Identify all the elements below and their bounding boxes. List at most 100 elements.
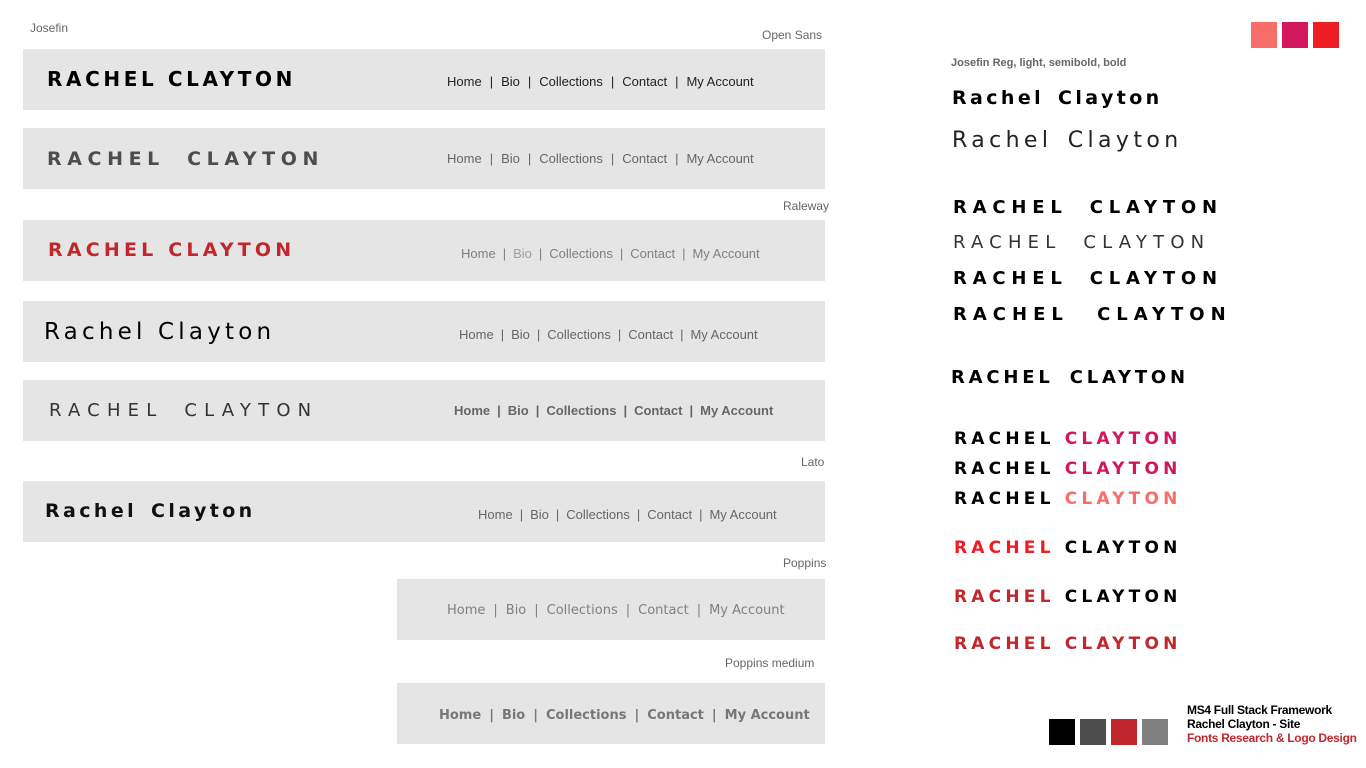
nav-separator: | [533, 708, 538, 723]
nav-separator: | [680, 327, 684, 342]
nav-contact[interactable]: Contact [622, 75, 667, 88]
logo-last-name: CLAYTON [1064, 538, 1182, 558]
footer-title: MS4 Full Stack Framework [1187, 703, 1332, 717]
color-swatch-grey [1142, 719, 1168, 745]
nav-home[interactable]: Home [447, 152, 482, 165]
footer-subtitle: Rachel Clayton - Site [1187, 717, 1301, 731]
logo[interactable]: Rachel Clayton [44, 321, 275, 344]
nav-home[interactable]: Home [454, 404, 490, 417]
logo-two-tone-magenta-2: RACHEL CLAYTON [954, 461, 1182, 478]
logo[interactable]: RACHEL CLAYTON [47, 150, 324, 169]
logo-first-name: RACHEL [954, 429, 1055, 449]
logo-two-tone-brand-red-first: RACHEL CLAYTON [954, 589, 1182, 606]
nav-separator: | [489, 708, 494, 723]
color-swatch-dark-grey [1080, 719, 1106, 745]
nav-my-account[interactable]: My Account [709, 604, 785, 617]
nav-my-account[interactable]: My Account [686, 152, 753, 165]
nav-separator: | [527, 151, 532, 166]
logo[interactable]: RACHEL CLAYTON [47, 69, 296, 89]
nav-separator: | [619, 246, 624, 261]
logo[interactable]: Rachel Clayton [45, 502, 256, 521]
nav-collections[interactable]: Collections [539, 75, 603, 88]
logo-variant-upper-semibold: RACHEL CLAYTON [953, 197, 1223, 218]
nav-bio[interactable]: Bio [511, 328, 530, 341]
label-poppins: Poppins [783, 556, 827, 570]
nav-separator: | [493, 603, 498, 618]
nav-contact[interactable]: Contact [638, 604, 689, 617]
nav-separator: | [535, 403, 540, 418]
nav-separator: | [711, 708, 717, 723]
nav-bio[interactable]: Bio [530, 508, 549, 521]
nav-contact[interactable]: Contact [628, 328, 673, 341]
nav-home[interactable]: Home [447, 75, 482, 88]
header-bar-6: Rachel Clayton Home | Bio | Collections | C… [23, 481, 825, 542]
nav-menu: Home | Bio | Collections | Contact | My Acco… [447, 75, 754, 88]
nav-bio[interactable]: Bio [506, 604, 526, 617]
nav-separator: | [625, 603, 631, 618]
logo-last-name: CLAYTON [1064, 429, 1182, 449]
header-bar-3: RACHEL CLAYTON Home | Bio | Collections | C… [23, 220, 825, 281]
nav-bio[interactable]: Bio [508, 404, 529, 417]
nav-menu: Home | Bio | Collections | Contact | My Acco… [439, 709, 810, 722]
nav-separator: | [555, 507, 560, 522]
nav-my-account[interactable]: My Account [700, 404, 773, 417]
logo-variant-upper-compact: RACHEL CLAYTON [951, 367, 1189, 388]
nav-collections[interactable]: Collections [549, 247, 613, 260]
nav-contact[interactable]: Contact [622, 152, 667, 165]
logo-variant-title-semibold: Rachel Clayton [952, 87, 1163, 109]
nav-my-account[interactable]: My Account [692, 247, 759, 260]
header-bar-7: Home | Bio | Collections | Contact | My Acco… [397, 579, 825, 640]
nav-contact[interactable]: Contact [647, 709, 704, 722]
nav-bio[interactable]: Bio [502, 709, 525, 722]
nav-bio[interactable]: Bio [501, 152, 520, 165]
logo-variant-title-light: Rachel Clayton [952, 128, 1183, 153]
nav-my-account[interactable]: My Account [725, 709, 810, 722]
label-raleway: Raleway [783, 199, 830, 213]
nav-my-account[interactable]: My Account [690, 328, 757, 341]
nav-home[interactable]: Home [439, 709, 481, 722]
logo-variant-upper-bold-wide: RACHEL CLAYTON [953, 304, 1232, 325]
logo-first-name: RACHEL [954, 538, 1055, 558]
logo[interactable]: RACHEL CLAYTON [49, 402, 318, 420]
header-bar-2: RACHEL CLAYTON Home | Bio | Collections | C… [23, 128, 825, 189]
nav-separator: | [536, 327, 541, 342]
label-open-sans: Open Sans [762, 28, 823, 42]
header-bar-5: RACHEL CLAYTON Home | Bio | Collections | C… [23, 380, 825, 441]
nav-contact[interactable]: Contact [630, 247, 675, 260]
logo[interactable]: RACHEL CLAYTON [48, 241, 295, 260]
nav-collections[interactable]: Collections [546, 709, 627, 722]
nav-separator: | [527, 74, 532, 89]
nav-separator: | [502, 246, 507, 261]
nav-separator: | [675, 151, 679, 166]
nav-bio[interactable]: Bio [513, 247, 532, 260]
nav-collections[interactable]: Collections [547, 328, 611, 341]
nav-home[interactable]: Home [478, 508, 513, 521]
nav-contact[interactable]: Contact [634, 404, 682, 417]
nav-contact[interactable]: Contact [647, 508, 692, 521]
nav-bio[interactable]: Bio [501, 75, 520, 88]
nav-my-account[interactable]: My Account [686, 75, 753, 88]
nav-separator: | [636, 507, 641, 522]
nav-separator: | [675, 74, 679, 89]
nav-menu: Home | Bio | Collections | Contact | My Acco… [454, 404, 773, 417]
nav-menu: Home | Bio | Collections | Contact | My Acco… [447, 604, 785, 617]
nav-home[interactable]: Home [461, 247, 496, 260]
nav-separator: | [610, 151, 615, 166]
logo-last-name: CLAYTON [1064, 489, 1182, 509]
nav-home[interactable]: Home [459, 328, 494, 341]
nav-menu: Home | Bio | Collections | Contact | My Acco… [478, 508, 777, 521]
nav-separator: | [500, 327, 505, 342]
nav-collections[interactable]: Collections [566, 508, 630, 521]
label-poppins-medium: Poppins medium [725, 656, 815, 670]
nav-menu: Home | Bio | Collections | Contact | My Acco… [461, 247, 760, 260]
logo-two-tone-salmon: RACHEL CLAYTON [954, 491, 1182, 508]
nav-collections[interactable]: Collections [546, 404, 616, 417]
nav-home[interactable]: Home [447, 604, 485, 617]
color-swatch-brand-red [1111, 719, 1137, 745]
color-swatch-black [1049, 719, 1075, 745]
nav-separator: | [489, 74, 494, 89]
nav-collections[interactable]: Collections [539, 152, 603, 165]
nav-collections[interactable]: Collections [547, 604, 618, 617]
nav-separator: | [696, 603, 702, 618]
nav-my-account[interactable]: My Account [709, 508, 776, 521]
